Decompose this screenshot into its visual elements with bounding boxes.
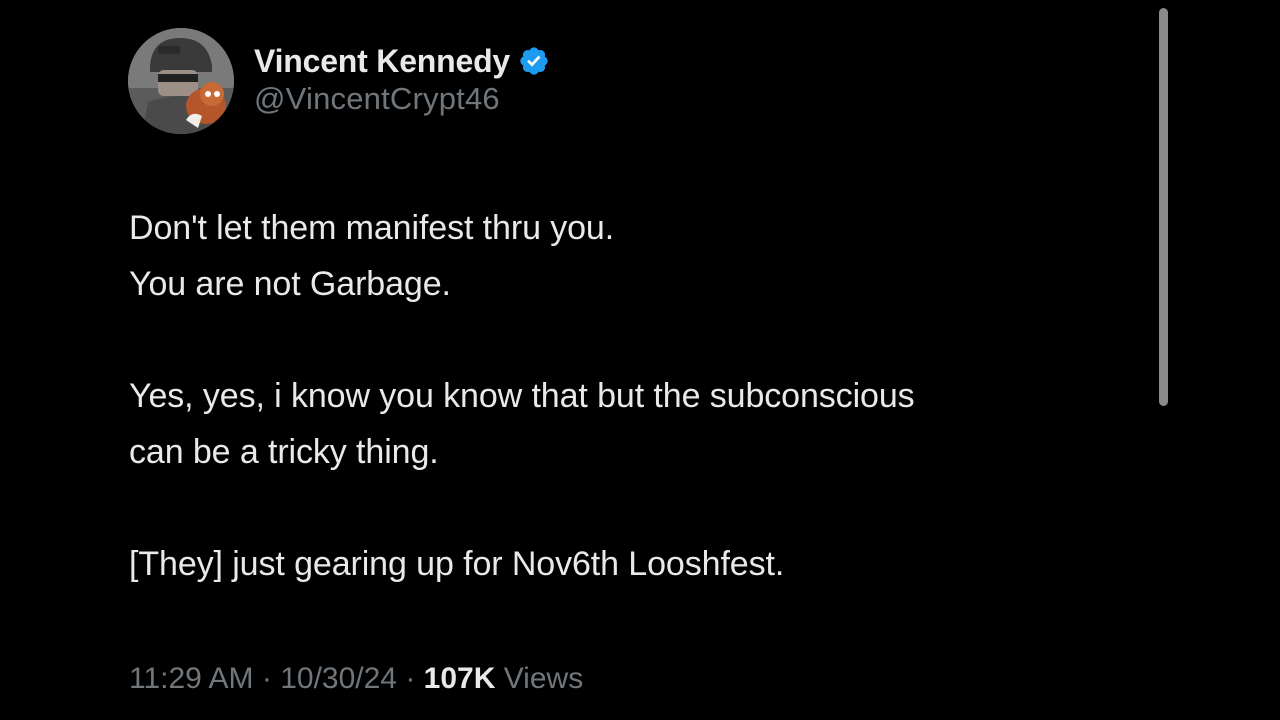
tweet-meta: 11:29 AM · 10/30/24 · 107K Views [129,662,583,696]
avatar[interactable] [128,28,234,134]
avatar-photo-icon [128,28,234,134]
tweet-line: You are not Garbage. [129,265,451,303]
views-count: 107K [423,662,496,695]
tweet-time[interactable]: 11:29 AM [129,662,254,695]
tweet-header: Vincent Kennedy @VincentCrypt46 [128,28,550,134]
tweet-line: can be a tricky thing. [129,433,439,471]
author-names: Vincent Kennedy @VincentCrypt46 [254,41,550,117]
views-label: Views [495,662,584,695]
author-handle[interactable]: @VincentCrypt46 [254,81,550,117]
tweet-line: [They] just gearing up for Nov6th Looshf… [129,545,785,583]
meta-separator: · [396,662,424,695]
tweet-date[interactable]: 10/30/24 [280,662,397,695]
tweet-text: Don't let them manifest thru you. You ar… [129,200,1129,592]
verified-badge-icon[interactable] [518,45,550,77]
tweet-line-break [129,312,1129,368]
display-name-row: Vincent Kennedy [254,41,550,81]
display-name[interactable]: Vincent Kennedy [254,43,510,80]
tweet-detail: Vincent Kennedy @VincentCrypt46 Don't le… [0,0,1280,720]
meta-separator: · [253,662,281,695]
tweet-line: Yes, yes, i know you know that but the s… [129,377,915,415]
tweet-line: Don't let them manifest thru you. [129,209,615,247]
scrollbar[interactable] [1159,8,1168,406]
tweet-line-break [129,480,1129,536]
